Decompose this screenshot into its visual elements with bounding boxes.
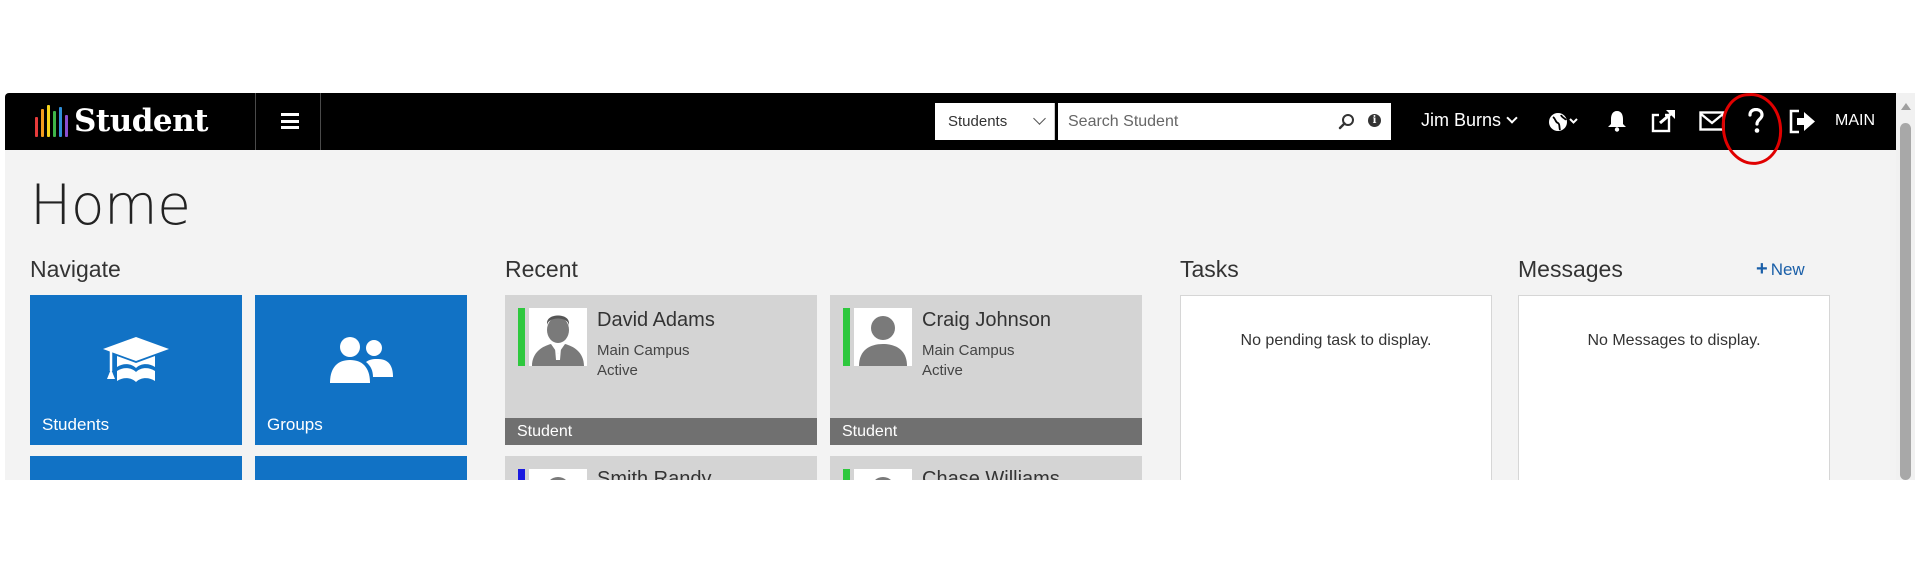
tasks-panel: No pending task to display. xyxy=(1180,295,1492,480)
page-title: Home xyxy=(30,173,191,237)
environment-label[interactable]: MAIN xyxy=(1835,112,1875,130)
tile-label: Students xyxy=(42,415,110,434)
graduation-cap-icon xyxy=(103,337,169,382)
status-bar xyxy=(843,469,850,480)
recent-card-chase-williams[interactable]: Chase Williams xyxy=(830,456,1142,480)
logo-bars-icon xyxy=(35,105,68,137)
bell-icon[interactable] xyxy=(1605,109,1629,133)
card-campus: Main Campus xyxy=(597,342,690,359)
messages-title: Messages xyxy=(1518,256,1623,282)
globe-icon[interactable] xyxy=(1547,111,1579,133)
chevron-down-icon xyxy=(1033,112,1046,125)
status-bar xyxy=(843,308,850,366)
mail-icon[interactable] xyxy=(1699,111,1725,131)
info-icon[interactable]: i xyxy=(1368,114,1381,127)
search-input[interactable] xyxy=(1058,103,1323,140)
top-bar: Student Students i Jim Burns xyxy=(5,93,1896,150)
logo[interactable]: Student xyxy=(35,103,209,139)
card-campus: Main Campus xyxy=(922,342,1015,359)
divider xyxy=(320,93,321,150)
person-photo-icon xyxy=(532,315,584,366)
logo-text: Student xyxy=(74,103,209,139)
external-link-icon[interactable] xyxy=(1651,109,1677,134)
logout-icon[interactable] xyxy=(1788,109,1816,134)
card-name: Smith Randy xyxy=(597,468,712,480)
new-message-button[interactable]: + New xyxy=(1756,258,1805,281)
scrollbar-thumb[interactable] xyxy=(1900,123,1911,480)
status-bar xyxy=(518,308,525,366)
app-window: Student Students i Jim Burns xyxy=(5,93,1896,480)
menu-icon[interactable] xyxy=(281,113,299,129)
recent-card-craig-johnson[interactable]: Craig Johnson Main Campus Active Student xyxy=(830,295,1142,445)
card-name: Craig Johnson xyxy=(922,309,1051,331)
search-scope-value: Students xyxy=(948,113,1008,130)
tile-groups[interactable]: Groups xyxy=(255,295,467,445)
user-name: Jim Burns xyxy=(1421,110,1502,130)
scrollbar[interactable] xyxy=(1896,93,1915,480)
status-bar xyxy=(518,469,525,480)
navigate-title: Navigate xyxy=(30,256,121,282)
card-name: Chase Williams xyxy=(922,468,1060,480)
person-icon xyxy=(550,477,566,480)
user-menu[interactable]: Jim Burns xyxy=(1421,110,1518,131)
tile[interactable] xyxy=(255,456,467,480)
new-label: New xyxy=(1770,260,1805,279)
recent-card-david-adams[interactable]: David Adams Main Campus Active Student xyxy=(505,295,817,445)
avatar xyxy=(529,469,587,480)
avatar xyxy=(529,308,587,366)
card-footer: Student xyxy=(505,418,817,445)
plus-icon: + xyxy=(1756,258,1768,280)
search-scope-select[interactable]: Students xyxy=(935,103,1055,140)
tile-label: Groups xyxy=(267,415,323,434)
card-status: Active xyxy=(922,362,963,379)
recent-card-smith-randy[interactable]: Smith Randy xyxy=(505,456,817,480)
card-name: David Adams xyxy=(597,309,715,331)
avatar xyxy=(854,469,912,480)
messages-panel: No Messages to display. xyxy=(1518,295,1830,480)
chevron-down-icon xyxy=(1506,111,1518,124)
avatar xyxy=(854,308,912,366)
scroll-up-icon[interactable] xyxy=(1901,103,1911,110)
tile-students[interactable]: Students xyxy=(30,295,242,445)
search-icon[interactable] xyxy=(1338,113,1355,130)
messages-empty-text: No Messages to display. xyxy=(1587,332,1761,349)
divider xyxy=(255,93,256,150)
tasks-empty-text: No pending task to display. xyxy=(1240,332,1432,349)
tasks-title: Tasks xyxy=(1180,256,1239,282)
person-icon xyxy=(875,477,891,480)
group-icon xyxy=(330,337,393,383)
person-icon xyxy=(859,316,907,366)
card-status: Active xyxy=(597,362,638,379)
card-footer: Student xyxy=(830,418,1142,445)
help-icon[interactable] xyxy=(1747,108,1765,135)
search-box: i xyxy=(1058,103,1391,140)
recent-title: Recent xyxy=(505,256,578,282)
tile[interactable] xyxy=(30,456,242,480)
